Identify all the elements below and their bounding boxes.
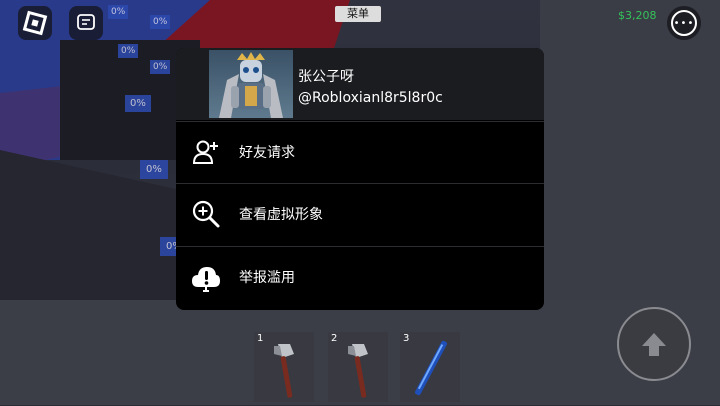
hotbar-slot-number: 2 (331, 333, 338, 344)
world-percent-label: 0% (140, 160, 168, 179)
hotbar-slot-3[interactable]: 3 (400, 332, 460, 402)
world-percent-label: 0% (108, 5, 129, 19)
world-percent-label: 0% (150, 15, 171, 29)
more-icon: ••• (671, 10, 697, 36)
world-percent-label: 0% (150, 60, 171, 74)
player-avatar (209, 50, 293, 118)
report-abuse-label: 举报滥用 (239, 270, 295, 286)
report-cloud-icon (192, 267, 220, 292)
report-abuse-option[interactable]: 举报滥用 (176, 246, 544, 307)
more-options-button[interactable]: ••• (667, 6, 701, 40)
add-friend-icon (192, 140, 218, 164)
arrow-up-icon (642, 333, 666, 356)
add-friend-option[interactable]: 好友请求 (176, 121, 544, 182)
more-icon-dots: ••• (673, 17, 695, 29)
hotbar-slot-1[interactable]: 1 (254, 332, 314, 402)
roblox-menu-button[interactable] (18, 6, 52, 40)
chat-button[interactable] (69, 6, 103, 40)
menu-label[interactable]: 菜单 (335, 6, 381, 22)
magnify-plus-icon (192, 200, 220, 228)
avatar-figure (219, 52, 283, 118)
view-avatar-option[interactable]: 查看虚拟形象 (176, 183, 544, 244)
player-context-menu: 张公子呀 @Robloxianl8r5l8r0c 好友请求 查看虚拟形象 举报滥… (176, 48, 544, 310)
hotbar-slot-number: 1 (257, 333, 264, 344)
add-friend-label: 好友请求 (239, 145, 295, 161)
player-header: 张公子呀 @Robloxianl8r5l8r0c (176, 48, 544, 120)
chat-icon (77, 14, 95, 30)
hotbar-slot-2[interactable]: 2 (328, 332, 388, 402)
roblox-logo-icon (22, 10, 48, 36)
player-username: @Robloxianl8r5l8r0c (298, 90, 443, 106)
view-avatar-label: 查看虚拟形象 (239, 207, 323, 223)
world-percent-label: 0% (125, 95, 151, 112)
hotbar-slot-number: 3 (403, 333, 410, 344)
player-display-name: 张公子呀 (298, 69, 354, 85)
money-counter: $3,208 (618, 9, 657, 22)
jump-button[interactable] (617, 307, 691, 381)
world-percent-label: 0% (118, 44, 139, 58)
